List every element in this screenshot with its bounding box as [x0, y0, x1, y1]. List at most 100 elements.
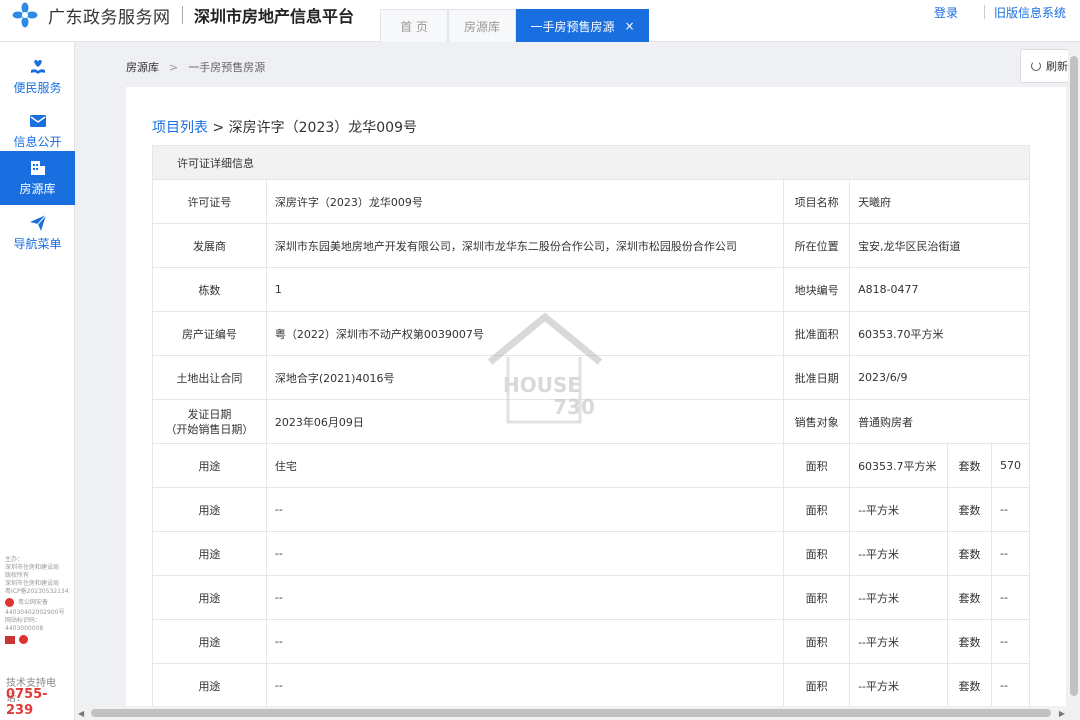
field-label: 套数 — [947, 663, 992, 707]
usage-row: 用途 -- 面积 --平方米 套数 -- — [152, 619, 1031, 664]
footer-line: 深圳市住房和建设局 — [5, 580, 60, 587]
field-label: 用途 — [152, 663, 267, 707]
sidebar-item-label: 信息公开 — [13, 135, 62, 149]
police-badge-row[interactable]: 粤公网安备 — [5, 598, 75, 607]
field-label: 许可证号 — [152, 179, 267, 224]
project-title: 项目列表 > 深房许字（2023）龙华009号 — [152, 117, 417, 137]
gov-site-badge-icon[interactable] — [5, 635, 15, 644]
field-label: 面积 — [783, 443, 851, 488]
label-line: 发证日期 — [187, 407, 232, 421]
usage-value: -- — [265, 575, 785, 620]
area-value: --平方米 — [849, 531, 948, 576]
sidebar-item-listings[interactable]: 房源库 — [0, 151, 75, 205]
sidebar-item-label: 便民服务 — [13, 81, 62, 95]
field-value: 宝安,龙华区民治街道 — [849, 223, 1030, 268]
project-list-link[interactable]: 项目列表 — [152, 120, 208, 136]
field-label: 栋数 — [152, 267, 267, 312]
usage-value: -- — [265, 663, 785, 707]
field-value: 1 — [265, 267, 785, 312]
field-value: 深房许字（2023）龙华009号 — [265, 179, 785, 224]
permit-title: 深房许字（2023）龙华009号 — [228, 120, 417, 136]
tab-label: 首 页 — [400, 19, 428, 34]
police-record-text: 粤公网安备 — [18, 598, 49, 606]
field-label: 面积 — [783, 487, 851, 532]
table-row: 发展商 深圳市东园美地房地产开发有限公司，深圳市龙华东二股份合作公司，深圳市松园… — [152, 223, 1030, 268]
field-label: 用途 — [152, 487, 267, 532]
login-link[interactable]: 登录 — [934, 4, 958, 21]
building-icon — [30, 161, 45, 175]
party-badge-icon[interactable] — [19, 635, 28, 644]
field-label: 用途 — [152, 531, 267, 576]
sidebar-item-disclosure[interactable]: 信息公开 — [0, 104, 75, 158]
sets-value: -- — [990, 531, 1031, 576]
area-value: 60353.7平方米 — [849, 443, 948, 488]
field-label: 用途 — [152, 443, 267, 488]
horizontal-scrollbar[interactable]: ◀ ▶ — [75, 706, 1068, 720]
tab-home[interactable]: 首 页 — [380, 9, 448, 42]
usage-row: 用途 -- 面积 --平方米 套数 -- — [152, 531, 1031, 576]
field-label: 套数 — [947, 531, 992, 576]
field-label: 套数 — [947, 443, 992, 488]
mail-icon — [29, 115, 46, 127]
field-label: 批准面积 — [783, 311, 851, 356]
breadcrumb-separator: > — [169, 61, 179, 74]
usage-value: -- — [265, 487, 785, 532]
field-value: A818-0477 — [849, 267, 1030, 312]
field-label: 批准日期 — [783, 355, 851, 400]
tab-presale-listings[interactable]: 一手房预售房源 × — [516, 9, 649, 42]
paper-plane-icon — [29, 214, 46, 231]
footer-line: 4403000008 — [5, 625, 44, 632]
usage-row: 用途 -- 面积 --平方米 套数 -- — [152, 663, 1031, 707]
footer-line: 粤ICP备20230532134 — [5, 588, 69, 595]
footer-line: 网站标识码： — [5, 617, 42, 624]
field-label: 所在位置 — [783, 223, 851, 268]
tab-listings[interactable]: 房源库 — [448, 9, 516, 42]
page-tabs: 首 页 房源库 一手房预售房源 × — [380, 9, 649, 42]
table-row: 房产证编号 粤（2022）深圳市不动产权第0039007号 批准面积 60353… — [152, 311, 1030, 356]
horizontal-scroll-thumb[interactable] — [91, 709, 1051, 717]
breadcrumb-root[interactable]: 房源库 — [126, 61, 159, 74]
vertical-scrollbar[interactable] — [1068, 42, 1080, 708]
field-label: 套数 — [947, 575, 992, 620]
area-value: --平方米 — [849, 619, 948, 664]
field-label: 面积 — [783, 575, 851, 620]
field-label: 用途 — [152, 575, 267, 620]
field-label: 面积 — [783, 663, 851, 707]
sidebar-item-services[interactable]: 便民服务 — [0, 50, 75, 104]
scroll-left-arrow-icon[interactable]: ◀ — [78, 709, 84, 718]
platform-title[interactable]: 深圳市房地产信息平台 — [194, 3, 354, 27]
field-label: 项目名称 — [783, 179, 851, 224]
field-value: 深圳市东园美地房地产开发有限公司，深圳市龙华东二股份合作公司，深圳市松园股份合作… — [265, 223, 785, 268]
sidebar-item-navigation[interactable]: 导航菜单 — [0, 206, 75, 260]
sets-value: -- — [990, 663, 1031, 707]
vertical-scroll-thumb[interactable] — [1070, 56, 1078, 696]
close-icon[interactable]: × — [624, 19, 634, 33]
field-value: 2023/6/9 — [849, 355, 1030, 400]
usage-value: -- — [265, 531, 785, 576]
top-header: 广东政务服务网 深圳市房地产信息平台 首 页 房源库 一手房预售房源 × 登录 … — [0, 0, 1080, 42]
label-line: （开始销售日期） — [165, 422, 254, 436]
footer-line: 深圳市住房和建设局 — [5, 564, 60, 571]
refresh-icon — [1031, 61, 1041, 71]
gov-brand-text[interactable]: 广东政务服务网 — [48, 3, 171, 28]
field-value: 天曦府 — [849, 179, 1030, 224]
hand-heart-icon — [30, 60, 45, 74]
usage-row: 用途 -- 面积 --平方米 套数 -- — [152, 575, 1031, 620]
field-value: 60353.70平方米 — [849, 311, 1030, 356]
brand-divider — [182, 6, 183, 24]
usage-row: 用途 -- 面积 --平方米 套数 -- — [152, 487, 1031, 532]
support-phone: 0755-239 56106 — [6, 687, 51, 720]
table-header-row: 许可证详细信息 — [152, 145, 1030, 180]
section-title: 许可证详细信息 — [152, 145, 1030, 180]
scroll-right-arrow-icon[interactable]: ▶ — [1059, 709, 1065, 718]
old-system-link[interactable]: 旧版信息系统 — [994, 4, 1066, 21]
title-separator: > — [212, 120, 225, 136]
police-emblem-icon — [5, 598, 14, 607]
permit-detail-panel: 项目列表 > 深房许字（2023）龙华009号 许可证详细信息 许可证号 深房许… — [126, 87, 1066, 707]
field-label: 土地出让合同 — [152, 355, 267, 400]
sets-value: -- — [990, 487, 1031, 532]
tab-label: 一手房预售房源 — [530, 19, 615, 34]
field-label: 面积 — [783, 619, 851, 664]
footer-line: 44030402002900号 — [5, 609, 65, 616]
permit-detail-table: 许可证详细信息 许可证号 深房许字（2023）龙华009号 项目名称 天曦府 发… — [152, 145, 1031, 707]
